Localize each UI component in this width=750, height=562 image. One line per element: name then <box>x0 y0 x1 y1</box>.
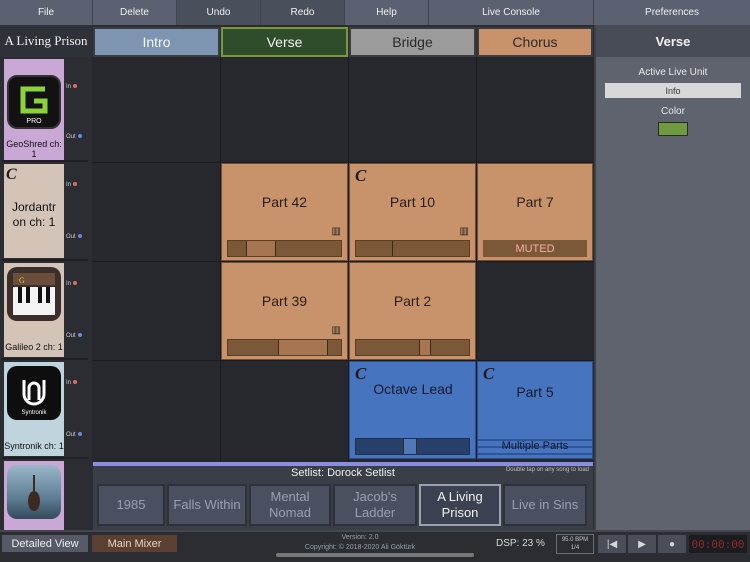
menu-bar: File Delete Undo Redo Help Live Console … <box>0 0 750 25</box>
part-letter: C <box>483 364 495 383</box>
part-name: Part 7 <box>516 194 554 210</box>
part-tile[interactable]: Part 39 ▥ <box>221 262 348 360</box>
time-counter: 00:00:00 <box>689 535 747 553</box>
part-tile[interactable]: C Part 5 Multiple Parts <box>477 361 593 459</box>
channel-in: In <box>66 182 78 188</box>
setlist-song[interactable]: Mental Nomad <box>249 484 331 526</box>
active-live-unit-label: Active Live Unit <box>638 67 708 78</box>
channel-out: Out <box>66 333 82 339</box>
syntronik-icon: Syntronik <box>7 366 61 420</box>
inspector-title: Verse <box>596 25 750 57</box>
svg-text:PRO: PRO <box>26 118 42 125</box>
section-intro[interactable]: Intro <box>93 27 220 57</box>
live-console-button[interactable]: Live Console <box>429 0 594 25</box>
part-name: Part 10 <box>389 194 436 210</box>
channel-out: Out <box>66 234 82 240</box>
part-letter: C <box>355 364 367 383</box>
part-name: Part 39 <box>261 293 308 309</box>
channel-strip[interactable] <box>2 459 88 530</box>
song-title[interactable]: A Living Prison <box>0 25 92 57</box>
channel-letter: C <box>6 166 17 183</box>
time-signature: 1/4 <box>570 545 580 551</box>
channel-name: Syntronik ch: 1 <box>4 441 64 451</box>
record-icon[interactable]: ● <box>658 535 686 553</box>
channel-in: In <box>66 84 78 90</box>
svg-text:G: G <box>19 276 25 285</box>
part-progress <box>227 339 342 356</box>
color-swatch[interactable] <box>658 122 688 136</box>
preferences-button[interactable]: Preferences <box>594 0 750 25</box>
violin-photo-icon <box>7 465 61 519</box>
channel-in: In <box>66 281 78 287</box>
dsp-meter: DSP: 23 % <box>496 538 545 549</box>
color-label: Color <box>661 106 685 117</box>
detailed-view-button[interactable]: Detailed View <box>2 535 88 552</box>
part-progress <box>227 240 342 257</box>
setlist-song-active[interactable]: A Living Prison <box>419 484 501 526</box>
part-tile[interactable]: Part 7 MUTED <box>477 163 593 261</box>
version-label: Version: 2.0 <box>341 534 379 541</box>
keyboard-icon: ▥ <box>331 325 341 336</box>
undo-button[interactable]: Undo <box>177 0 261 25</box>
geoshred-icon: PRO <box>7 75 61 129</box>
setlist-hint: Double tap on any song to load <box>505 467 589 473</box>
section-chorus[interactable]: Chorus <box>477 27 593 57</box>
channel-strip[interactable]: PRO In Out GeoShred ch: 1 <box>2 57 88 162</box>
main-mixer-button[interactable]: Main Mixer <box>92 535 177 552</box>
setlist-song[interactable]: Falls Within <box>167 484 247 526</box>
tempo-display[interactable]: 95.0 BPM 1/4 <box>556 534 594 554</box>
channel-in: In <box>66 380 78 386</box>
channel-strip[interactable]: Syntronik In Out Syntronik ch: 1 <box>2 360 88 459</box>
muted-badge: MUTED <box>483 240 587 257</box>
section-bridge[interactable]: Bridge <box>349 27 476 57</box>
part-name: Part 5 <box>516 384 554 400</box>
channel-name: GeoShred ch: 1 <box>6 139 62 159</box>
keyboard-icon: ▥ <box>459 226 469 237</box>
inspector-panel: Verse Active Live Unit Info Color <box>594 25 750 530</box>
part-tile[interactable]: Part 42 ▥ <box>221 163 348 261</box>
part-name: Part 2 <box>393 293 432 309</box>
bpm-value: 95.0 BPM <box>561 537 589 543</box>
channel-name: Jordantr on ch: 1 <box>11 200 57 229</box>
file-menu[interactable]: File <box>0 0 93 25</box>
svg-text:Syntronik: Syntronik <box>21 410 47 416</box>
channel-name: Galileo 2 ch: 1 <box>5 342 63 352</box>
rewind-icon[interactable]: |◀ <box>598 535 626 553</box>
copyright-label: Copyright: © 2018-2020 Ali Göktürk <box>304 544 416 551</box>
part-progress <box>355 438 470 455</box>
part-name: Part 42 <box>261 194 308 210</box>
clip-grid: Part 42 ▥ C Part 10 ▥ Part 7 MUTED Part … <box>92 57 594 462</box>
section-verse[interactable]: Verse <box>221 27 348 57</box>
setlist-song[interactable]: Live in Sins <box>503 484 587 526</box>
setlist-song[interactable]: 1985 <box>97 484 165 526</box>
galileo-icon: G <box>7 267 61 321</box>
setlist-panel: Setlist: Dorock Setlist Double tap on an… <box>93 462 593 530</box>
part-name: Octave Lead <box>373 381 453 397</box>
delete-button[interactable]: Delete <box>93 0 177 25</box>
home-indicator[interactable] <box>276 553 474 557</box>
bottom-bar: Detailed View Main Mixer Version: 2.0 Co… <box>0 530 750 562</box>
part-progress <box>355 339 470 356</box>
part-letter: C <box>355 166 367 185</box>
multiple-parts-badge: Multiple Parts <box>478 434 592 458</box>
part-tile[interactable]: C Octave Lead <box>349 361 476 459</box>
channel-list: PRO In Out GeoShred ch: 1 C In Out Jorda… <box>0 57 92 530</box>
channel-out: Out <box>66 432 82 438</box>
channel-strip[interactable]: G In Out Galileo 2 ch: 1 <box>2 261 88 360</box>
part-tile[interactable]: Part 2 <box>349 262 476 360</box>
setlist-song[interactable]: Jacob's Ladder <box>333 484 417 526</box>
part-progress <box>355 240 470 257</box>
channel-strip[interactable]: C In Out Jordantr on ch: 1 <box>2 162 88 261</box>
keyboard-icon: ▥ <box>331 226 341 237</box>
active-live-unit-field[interactable]: Info <box>605 83 741 98</box>
play-icon[interactable]: ▶ <box>628 535 656 553</box>
redo-button[interactable]: Redo <box>261 0 345 25</box>
part-tile[interactable]: C Part 10 ▥ <box>349 163 476 261</box>
channel-out: Out <box>66 134 82 140</box>
version-info: Version: 2.0 Copyright: © 2018-2020 Ali … <box>260 533 460 553</box>
help-button[interactable]: Help <box>345 0 429 25</box>
